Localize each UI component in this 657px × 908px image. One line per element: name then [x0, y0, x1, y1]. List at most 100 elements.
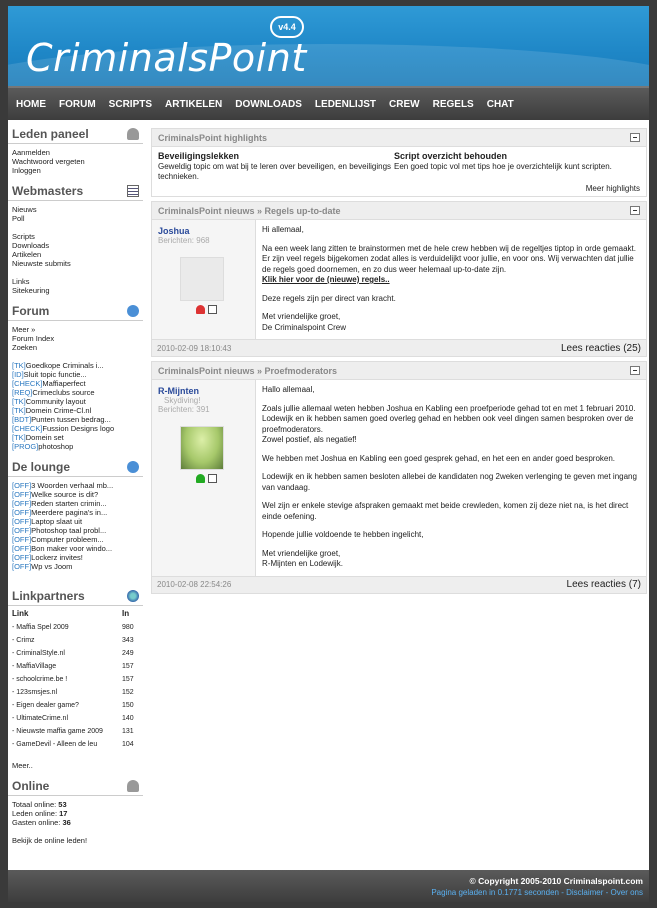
lounge-topic[interactable]: [OFF]Lockerz invites! [12, 553, 139, 562]
lounge-topic[interactable]: [OFF]Wp vs Joom [12, 562, 139, 571]
forum-topic[interactable]: [TK]Goedkope Criminals i... [12, 361, 139, 370]
highlights-box: CriminalsPoint highlights Beveiligingsle… [151, 128, 647, 197]
link-wachtwoord-vergeten[interactable]: Wachtwoord vergeten [12, 157, 139, 166]
highlight-item[interactable]: Beveiligingslekken Geweldig topic om wat … [158, 151, 394, 182]
col-link: Link [12, 609, 29, 618]
post-body: Hi allemaal, Na een week lang zitten te … [262, 225, 636, 332]
lounge-topic[interactable]: [OFF]Meerdere pagina's in... [12, 508, 139, 517]
link-nieuwste-submits[interactable]: Nieuwste submits [12, 259, 139, 268]
user-icon [127, 779, 139, 792]
nav-crew[interactable]: CREW [389, 99, 420, 110]
table-row[interactable]: - UltimateCrime.nl 140 [12, 712, 140, 725]
link-poll[interactable]: Poll [12, 214, 139, 223]
webmasters-list: Nieuws Poll Scripts Downloads Artikelen … [8, 201, 143, 297]
link-meer[interactable]: Meer » [12, 325, 139, 334]
collapse-icon[interactable] [630, 366, 640, 375]
header-banner: CriminalsPoint v4.4 [8, 6, 649, 86]
forum-list: Meer » Forum Index Zoeken [TK]Goedkope C… [8, 321, 143, 453]
nav-forum[interactable]: FORUM [59, 99, 96, 110]
linkpartners-header: Linkpartners [8, 586, 143, 606]
link-sitekeuring[interactable]: Sitekeuring [12, 286, 139, 295]
globe-icon [127, 589, 139, 602]
collapse-icon[interactable] [630, 206, 640, 215]
profile-icon[interactable] [196, 305, 205, 314]
forum-topic[interactable]: [PROG]photoshop [12, 442, 139, 451]
link-scripts[interactable]: Scripts [12, 232, 139, 241]
meer-highlights-link[interactable]: Meer highlights [152, 182, 646, 196]
link-links[interactable]: Links [12, 277, 139, 286]
forum-topic[interactable]: [BDT]Punten tussen bedrag... [12, 415, 139, 424]
forum-topic[interactable]: [ID]Sluit topic functie... [12, 370, 139, 379]
table-row[interactable]: - Crimz 343 [12, 634, 140, 647]
mail-icon[interactable] [208, 305, 217, 314]
table-row[interactable]: - Maffia Spel 2009 980 [12, 621, 140, 634]
table-row[interactable]: - schoolcrime.be ! 157 [12, 673, 140, 686]
table-row[interactable]: - GameDevil - Alleen de leu 104 [12, 738, 140, 751]
forum-topic[interactable]: [TK]Domein set [12, 433, 139, 442]
lounge-topic[interactable]: [OFF]Reden starten crimin... [12, 499, 139, 508]
lees-reacties-link[interactable]: Lees reacties (7) [567, 579, 641, 590]
highlight-item[interactable]: Script overzicht behouden Een goed topic … [394, 151, 630, 182]
webmasters-header: Webmasters [8, 181, 143, 201]
version-badge: v4.4 [270, 16, 304, 38]
author-name[interactable]: R-Mijnten [158, 386, 249, 396]
nav-downloads[interactable]: DOWNLOADS [235, 99, 302, 110]
lounge-topic[interactable]: [OFF]Welke source is dit? [12, 490, 139, 499]
forum-topic[interactable]: [TK]Domein Crime-Cl.nl [12, 406, 139, 415]
news-item: CriminalsPoint nieuws » Regels up-to-dat… [151, 201, 647, 357]
link-aanmelden[interactable]: Aanmelden [12, 148, 139, 157]
link-zoeken[interactable]: Zoeken [12, 343, 139, 352]
link-inloggen[interactable]: Inloggen [12, 166, 139, 175]
forum-topic[interactable]: [REQ]Crimeclubs source [12, 388, 139, 397]
regels-link[interactable]: Klik hier voor de (nieuwe) regels.. [262, 275, 390, 284]
online-header: Online [8, 776, 143, 796]
lounge-topic[interactable]: [OFF]Bon maker voor windo... [12, 544, 139, 553]
lounge-topic[interactable]: [OFF]Laptop slaat uit [12, 517, 139, 526]
post-body: Hallo allemaal, Zoals jullie allemaal we… [262, 385, 637, 568]
table-row[interactable]: - Eigen dealer game? 150 [12, 699, 140, 712]
main-content: CriminalsPoint highlights Beveiligingsle… [151, 128, 647, 598]
nav-ledenlijst[interactable]: LEDENLIJST [315, 99, 376, 110]
speech-bubble-icon [127, 304, 139, 317]
forum-topic[interactable]: [CHECK]Maffiaperfect [12, 379, 139, 388]
forum-topic[interactable]: [CHECK]Fussion Designs logo [12, 424, 139, 433]
lees-reacties-link[interactable]: Lees reacties (25) [561, 343, 641, 354]
link-online-leden[interactable]: Bekijk de online leden! [12, 836, 139, 845]
news-title[interactable]: CriminalsPoint nieuws » Proefmoderators [158, 366, 337, 376]
link-artikelen[interactable]: Artikelen [12, 250, 139, 259]
profile-icon[interactable] [196, 474, 205, 483]
link-nieuws[interactable]: Nieuws [12, 205, 139, 214]
site-logo[interactable]: CriminalsPoint [26, 36, 307, 80]
link-downloads[interactable]: Downloads [12, 241, 139, 250]
link-meer-partners[interactable]: Meer.. [12, 761, 139, 770]
author-panel: R-Mijnten Skydiving! Berichten: 391 [152, 380, 256, 576]
forum-topic[interactable]: [TK]Community layout [12, 397, 139, 406]
post-date: 2010-02-08 22:54:26 [157, 580, 232, 589]
author-title: Skydiving! [164, 396, 201, 405]
author-name[interactable]: Joshua [158, 226, 249, 236]
nav-chat[interactable]: CHAT [487, 99, 514, 110]
table-row[interactable]: - CriminalStyle.nl 249 [12, 647, 140, 660]
table-row[interactable]: - Nieuwste maffia game 2009 131 [12, 725, 140, 738]
news-title[interactable]: CriminalsPoint nieuws » Regels up-to-dat… [158, 206, 341, 216]
lounge-topic[interactable]: [OFF]Photoshop taal probl... [12, 526, 139, 535]
lounge-topic[interactable]: [OFF]3 Woorden verhaal mb... [12, 481, 139, 490]
lounge-header: De lounge [8, 457, 143, 477]
leden-paneel-list: Aanmelden Wachtwoord vergeten Inloggen [8, 144, 143, 177]
nav-scripts[interactable]: SCRIPTS [109, 99, 152, 110]
collapse-icon[interactable] [630, 133, 640, 142]
avatar [180, 426, 224, 470]
table-row[interactable]: - 123smsjes.nl 152 [12, 686, 140, 699]
nav-home[interactable]: HOME [16, 99, 46, 110]
mail-icon[interactable] [208, 474, 217, 483]
forum-header: Forum [8, 301, 143, 321]
footer-links[interactable]: Pagina geladen in 0.1771 seconden - Disc… [8, 888, 643, 897]
user-icon [127, 127, 139, 140]
lounge-topic[interactable]: [OFF]Computer probleem... [12, 535, 139, 544]
table-row[interactable]: - MaffiaVillage 157 [12, 660, 140, 673]
nav-regels[interactable]: REGELS [433, 99, 474, 110]
main-nav: HOME FORUM SCRIPTS ARTIKELEN DOWNLOADS L… [8, 86, 649, 120]
nav-artikelen[interactable]: ARTIKELEN [165, 99, 222, 110]
link-forum-index[interactable]: Forum Index [12, 334, 139, 343]
list-icon [127, 184, 139, 197]
